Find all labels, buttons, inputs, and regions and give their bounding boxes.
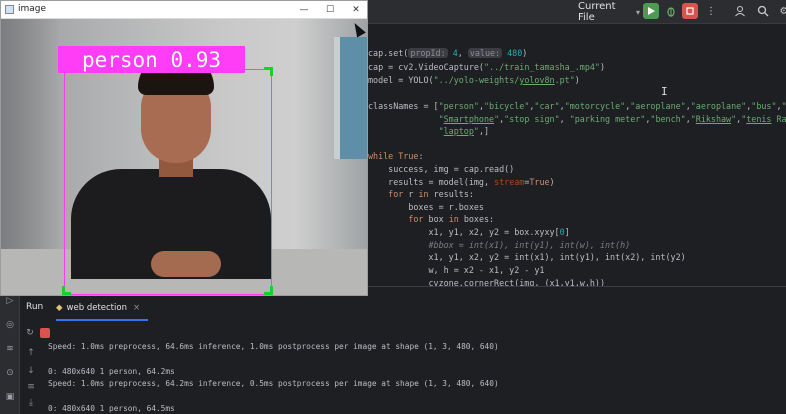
arrow-up-icon[interactable]: ↑ [24, 346, 38, 360]
console-line: Speed: 1.0ms preprocess, 64.2ms inferenc… [48, 379, 499, 388]
image-window-titlebar[interactable]: image — ☐ ✕ [1, 1, 367, 19]
active-tab-indicator [56, 319, 148, 321]
services-icon: ⊙ [6, 368, 14, 378]
param-hint: value: [467, 48, 503, 58]
code-line: boxes = r.boxes [368, 202, 484, 212]
settings-icon: ⚙ [779, 5, 786, 17]
run-button[interactable] [643, 3, 659, 19]
more-icon: ⋮ [706, 5, 716, 17]
code-line: success, img = cap.read() [368, 164, 515, 174]
close-window-button[interactable]: ✕ [345, 3, 367, 17]
tool-window-strip: ▷ ◎ ≋ ⊙ ▣ [0, 286, 20, 414]
code-editor[interactable]: cap.set(propId: 4, value: 480) cap = cv2… [368, 24, 786, 286]
code-line: for box in boxes: [408, 214, 495, 224]
console-output[interactable]: Speed: 1.0ms preprocess, 64.6ms inferenc… [48, 334, 786, 414]
services-button[interactable]: ⊙ [3, 366, 17, 380]
python-file-icon: ◆ [56, 303, 63, 313]
param-hint: propId: [408, 48, 448, 58]
debug-icon [667, 7, 675, 17]
window-app-icon [5, 5, 14, 14]
code-line: w, h = x2 - x1, y2 - y1 [368, 265, 545, 275]
terminal-button[interactable]: ▣ [3, 390, 17, 404]
close-icon[interactable]: × [133, 303, 140, 313]
console-line: 0: 480x640 1 person, 64.2ms [48, 367, 175, 376]
console-gutter: ↑ ↓ ≡ ⤓ [20, 334, 42, 414]
bbox-corner-bottom-left [62, 286, 71, 295]
more-actions-button[interactable]: ⋮ [703, 3, 719, 19]
code-line: "laptop",] [438, 126, 490, 136]
run-icon [648, 7, 655, 15]
layers-button[interactable]: ≋ [3, 342, 17, 356]
code-line: "Smartphone","stop sign", "parking meter… [438, 114, 786, 124]
search-button[interactable] [755, 3, 771, 19]
run-config-tab[interactable]: ◆ web detection × [56, 301, 140, 315]
arrow-down-icon[interactable]: ↓ [24, 364, 38, 378]
code-line: cap.set(propId: 4, value: 480) [368, 48, 528, 58]
stop-icon [686, 7, 694, 15]
run-configuration-selector[interactable]: Current File ▾ [578, 1, 640, 23]
minimize-button[interactable]: — [293, 3, 315, 17]
text-cursor-icon: I [661, 85, 668, 98]
run-config-tab-label: web detection [66, 303, 127, 313]
debug-button[interactable] [663, 3, 679, 19]
image-window[interactable]: image — ☐ ✕ person 0.93 [0, 0, 368, 296]
account-button[interactable] [732, 3, 748, 19]
code-line: while True: [368, 151, 424, 161]
python-icon: ◎ [6, 320, 14, 330]
run-panel-title: Run [26, 302, 44, 312]
code-line: x1, y1, x2, y2 = int(x1), int(y1), int(x… [368, 252, 686, 262]
code-line: model = YOLO("../yolo-weights/yolov8n.pt… [368, 75, 580, 85]
run-config-label: Current File [578, 1, 616, 23]
terminal-icon: ▣ [5, 392, 15, 402]
bbox-corner-top-right [264, 67, 273, 76]
desktop: Current File ▾ ⋮ ⚙ cap.set(propId: 4, va… [0, 0, 786, 414]
settings-button[interactable]: ⚙ [776, 3, 786, 19]
wrap-icon[interactable]: ≡ [24, 380, 38, 394]
chevron-down-icon: ▾ [635, 7, 640, 17]
scroll-end-icon[interactable]: ⤓ [24, 396, 38, 410]
code-line: #bbox = int(x1), int(y1), int(w), int(h) [368, 240, 631, 250]
image-window-title: image [18, 4, 47, 14]
bbox-corner-bottom-right [264, 286, 273, 295]
code-line: classNames = ["person","bicycle","car","… [368, 101, 786, 111]
code-line: cap = cv2.VideoCapture("../train_tamasha… [368, 62, 606, 72]
layers-icon: ≋ [6, 344, 14, 354]
console-line: 0: 480x640 1 person, 64.5ms [48, 404, 175, 413]
background-frame [334, 37, 367, 159]
maximize-button[interactable]: ☐ [319, 3, 341, 17]
run-tool-icon: ▷ [6, 296, 14, 306]
detection-bounding-box [64, 69, 272, 295]
search-icon [757, 5, 769, 17]
account-icon [735, 6, 745, 17]
run-tool-button[interactable]: ▷ [3, 294, 17, 308]
code-line: cvzone.cornerRect(img, (x1,y1,w,h)) [368, 278, 605, 286]
python-console-button[interactable]: ◎ [3, 318, 17, 332]
code-line: for r in results: [388, 189, 474, 199]
code-line: results = model(img, stream=True) [368, 177, 555, 187]
console-line: Speed: 1.0ms preprocess, 64.6ms inferenc… [48, 342, 499, 351]
code-line: x1, y1, x2, y2 = box.xyxy[0] [368, 227, 570, 237]
detection-label: person 0.93 [58, 46, 245, 73]
stop-button[interactable] [682, 3, 698, 19]
